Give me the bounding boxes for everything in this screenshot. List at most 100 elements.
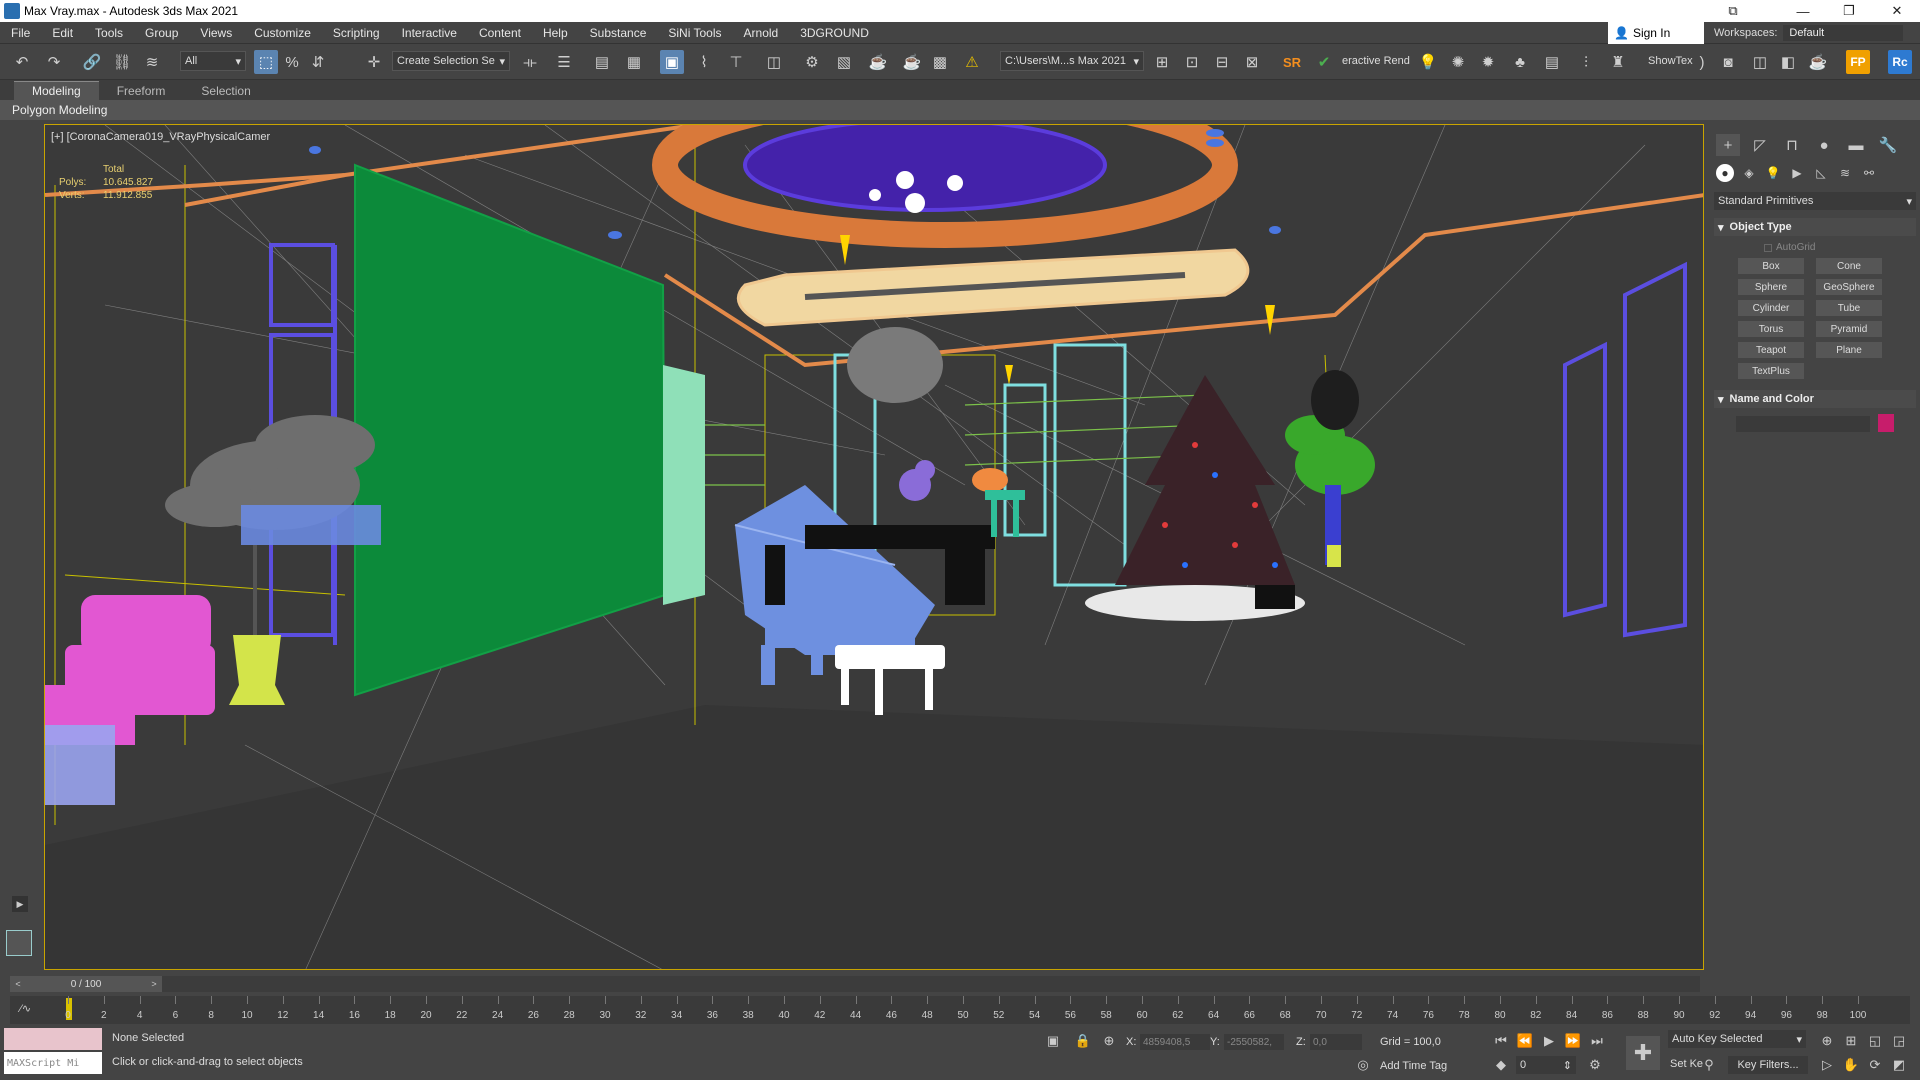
lock-icon[interactable]: ♜ [1606, 50, 1630, 74]
cameras-icon[interactable]: ▶ [1788, 164, 1806, 182]
previous-frame-icon[interactable]: ⏪ [1516, 1032, 1534, 1050]
align-icon[interactable]: ☰ [552, 50, 576, 74]
curve-editor-icon[interactable]: ⌇ [692, 50, 716, 74]
cone-button[interactable]: Cone [1816, 258, 1882, 274]
menu-3dground[interactable]: 3DGROUND [789, 22, 880, 44]
set-key-big-icon[interactable]: ✚ [1626, 1036, 1660, 1070]
hierarchy-tab-icon[interactable]: ⊓ [1780, 134, 1804, 156]
align-to-view-icon[interactable]: ⊟ [1210, 50, 1234, 74]
time-tag-icon[interactable]: ◎ [1354, 1056, 1372, 1074]
tube-button[interactable]: Tube [1816, 300, 1882, 316]
object-name-field[interactable] [1736, 416, 1870, 432]
bind-space-warp-icon[interactable]: ≋ [140, 50, 164, 74]
prev-frame-icon[interactable]: < [10, 976, 26, 992]
toggle-ribbon-icon[interactable]: ▣ [660, 50, 684, 74]
menu-sini-tools[interactable]: SiNi Tools [657, 22, 732, 44]
menu-interactive[interactable]: Interactive [391, 22, 468, 44]
key-filters-button[interactable]: Key Filters... [1728, 1056, 1808, 1074]
restore-icon[interactable]: ⧉ [1710, 0, 1756, 22]
menu-help[interactable]: Help [532, 22, 579, 44]
viewport-icon[interactable]: ◙ [1716, 50, 1740, 74]
track-bar[interactable]: ⁄∿ 0 2 4 6 8 10 12 14 16 18 20 22 24 26 28 30 32 34 36 38 40… [10, 996, 1910, 1024]
x-coordinate-field[interactable]: 4859408,5 [1140, 1034, 1210, 1050]
geometry-icon[interactable]: ● [1716, 164, 1734, 182]
helpers-icon[interactable]: ◺ [1812, 164, 1830, 182]
menu-customize[interactable]: Customize [243, 22, 322, 44]
menu-file[interactable]: File [0, 22, 41, 44]
name-and-color-rollout[interactable]: ▾ Name and Color [1714, 390, 1916, 408]
play-viewport-icon[interactable]: ▶ [12, 896, 28, 912]
go-to-end-icon[interactable]: ⏭ [1588, 1032, 1606, 1050]
isolate-selection-icon[interactable]: ▣ [1044, 1032, 1062, 1050]
maximize-icon[interactable]: ❐ [1826, 0, 1872, 22]
maxscript-mini-listener[interactable]: MAXScript Mi [4, 1052, 102, 1074]
layer-explorer-icon[interactable]: ▦ [622, 50, 646, 74]
sr-icon[interactable]: SR [1280, 50, 1304, 74]
object-type-rollout[interactable]: ▾ Object Type [1714, 218, 1916, 236]
key-filter-icon[interactable]: ⚲ [1700, 1056, 1718, 1074]
select-region-icon[interactable]: ⇵ [306, 50, 330, 74]
time-slider-handle[interactable]: 0 / 100 [26, 976, 146, 992]
tab-selection[interactable]: Selection [183, 82, 268, 100]
scene-explorer-icon[interactable]: ▤ [590, 50, 614, 74]
showtex-label[interactable]: ShowTex [1648, 55, 1693, 67]
geosphere-button[interactable]: GeoSphere [1816, 279, 1882, 295]
autogrid-checkbox[interactable]: AutoGrid [1764, 242, 1815, 253]
render-setup-icon[interactable]: ⚙ [800, 50, 824, 74]
textplus-button[interactable]: TextPlus [1738, 363, 1804, 379]
modify-tab-icon[interactable]: ◸ [1748, 134, 1772, 156]
polygon-modeling-label[interactable]: Polygon Modeling [12, 103, 107, 117]
workspaces-dropdown[interactable]: Default [1783, 25, 1904, 41]
maxscript-listener[interactable] [4, 1028, 102, 1050]
sphere-button[interactable]: Sphere [1738, 279, 1804, 295]
next-key-icon[interactable]: ⏩ [1564, 1032, 1582, 1050]
named-selection-sets-dropdown[interactable]: Create Selection Se ▾ [392, 51, 510, 71]
add-time-tag[interactable]: Add Time Tag [1380, 1060, 1447, 1072]
tab-freeform[interactable]: Freeform [99, 82, 184, 100]
zoom-extents-icon[interactable]: ◱ [1866, 1032, 1884, 1050]
sun-icon[interactable]: ✺ [1446, 50, 1470, 74]
schematic-view-icon[interactable]: ⊤ [724, 50, 748, 74]
material-editor-icon[interactable]: ◫ [762, 50, 786, 74]
bracket-icon[interactable]: ) [1690, 50, 1714, 74]
box-button[interactable]: Box [1738, 258, 1804, 274]
render-iterative-icon[interactable]: ☕ [900, 50, 924, 74]
teapot-icon[interactable]: ☕ [1806, 50, 1830, 74]
light-icon[interactable]: 💡 [1416, 50, 1440, 74]
menu-views[interactable]: Views [189, 22, 243, 44]
selection-lock-icon[interactable]: 🔒 [1074, 1032, 1092, 1050]
project-folder-dropdown[interactable]: C:\Users\M...s Max 2021 ▾ [1000, 51, 1144, 71]
undo-icon[interactable]: ↶ [10, 50, 34, 74]
menu-edit[interactable]: Edit [41, 22, 84, 44]
scatter-icon[interactable]: ♣ [1508, 50, 1532, 74]
menu-scripting[interactable]: Scripting [322, 22, 391, 44]
place-icon[interactable]: ⊞ [1150, 50, 1174, 74]
curve-editor-toggle-icon[interactable]: ⁄∿ [20, 1002, 31, 1015]
zoom-icon[interactable]: ⊕ [1818, 1032, 1836, 1050]
create-tab-icon[interactable]: + [1716, 134, 1740, 156]
display-tab-icon[interactable]: ▬ [1844, 134, 1868, 156]
set-key-label[interactable]: Set Ke [1670, 1058, 1703, 1070]
tab-modeling[interactable]: Modeling [14, 81, 99, 100]
lights-icon[interactable]: 💡 [1764, 164, 1782, 182]
menu-group[interactable]: Group [134, 22, 189, 44]
utilities-tab-icon[interactable]: 🔧 [1876, 134, 1900, 156]
frame-buffer-icon[interactable]: ▤ [1540, 50, 1564, 74]
pan-icon[interactable]: ✋ [1842, 1056, 1860, 1074]
select-and-move-icon[interactable]: ✛ [362, 50, 386, 74]
select-object-icon[interactable]: ⬚ [254, 50, 278, 74]
cylinder-button[interactable]: Cylinder [1738, 300, 1804, 316]
door-icon[interactable]: ◧ [1776, 50, 1800, 74]
warning-icon[interactable]: ⚠ [960, 50, 984, 74]
camera-icon[interactable]: ✹ [1476, 50, 1500, 74]
wireframe-scene[interactable] [45, 125, 1704, 970]
selection-filter-dropdown[interactable]: All ▾ [180, 51, 246, 71]
close-icon[interactable]: ✕ [1874, 0, 1920, 22]
menu-content[interactable]: Content [468, 22, 532, 44]
menu-tools[interactable]: Tools [84, 22, 134, 44]
teapot-button[interactable]: Teapot [1738, 342, 1804, 358]
check-icon[interactable]: ✔ [1312, 50, 1336, 74]
viewport-label[interactable]: [+] [CoronaCamera019_VRayPhysicalCamer [51, 131, 270, 143]
proxy-icon[interactable]: ⫶ [1574, 50, 1598, 74]
menu-substance[interactable]: Substance [579, 22, 658, 44]
